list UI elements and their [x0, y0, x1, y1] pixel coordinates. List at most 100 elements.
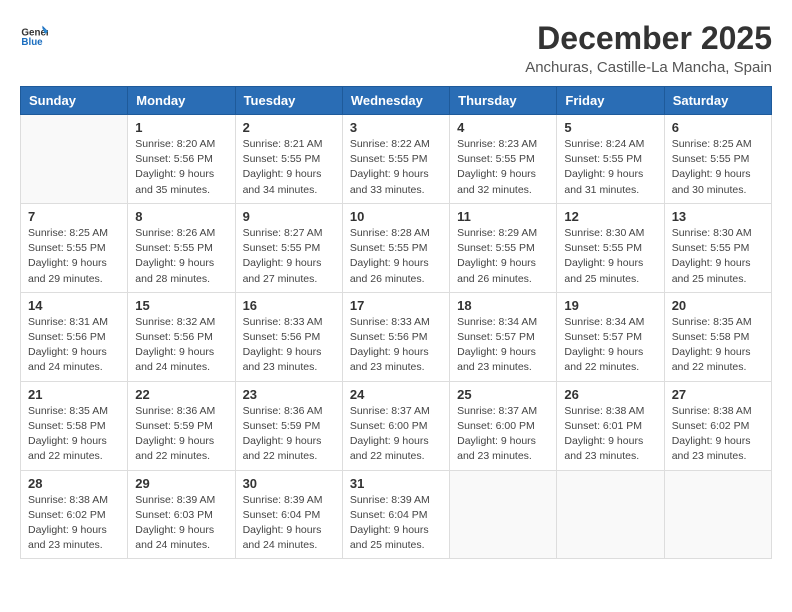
day-info: Sunrise: 8:36 AMSunset: 5:59 PMDaylight:…: [243, 404, 335, 465]
calendar-cell: 8Sunrise: 8:26 AMSunset: 5:55 PMDaylight…: [128, 203, 235, 292]
day-info: Sunrise: 8:25 AMSunset: 5:55 PMDaylight:…: [672, 137, 764, 198]
svg-text:Blue: Blue: [21, 37, 43, 48]
day-number: 10: [350, 209, 442, 224]
calendar-cell: 27 Sunrise: 8:38 AMSunset: 6:02 PMDayligh…: [664, 381, 771, 470]
weekday-header-thursday: Thursday: [450, 87, 557, 115]
calendar-cell: 3 Sunrise: 8:22 AMSunset: 5:55 PMDaylight…: [342, 115, 449, 204]
title-area: December 2025 Anchuras, Castille-La Manc…: [525, 20, 772, 76]
day-info: Sunrise: 8:25 AMSunset: 5:55 PMDaylight:…: [28, 226, 120, 287]
day-number: 16: [243, 298, 335, 313]
calendar-cell: 17 Sunrise: 8:33 AMSunset: 5:56 PMDayligh…: [342, 292, 449, 381]
day-info: Sunrise: 8:36 AMSunset: 5:59 PMDaylight:…: [135, 404, 227, 465]
day-info: Sunrise: 8:38 AMSunset: 6:01 PMDaylight:…: [564, 404, 656, 465]
week-row-5: 28 Sunrise: 8:38 AMSunset: 6:02 PMDayligh…: [21, 470, 772, 559]
weekday-header-row: SundayMondayTuesdayWednesdayThursdayFrid…: [21, 87, 772, 115]
calendar-cell: 6Sunrise: 8:25 AMSunset: 5:55 PMDaylight…: [664, 115, 771, 204]
day-number: 21: [28, 387, 120, 402]
weekday-header-wednesday: Wednesday: [342, 87, 449, 115]
calendar-cell: [664, 470, 771, 559]
weekday-header-sunday: Sunday: [21, 87, 128, 115]
day-number: 12: [564, 209, 656, 224]
calendar-cell: 2 Sunrise: 8:21 AMSunset: 5:55 PMDaylight…: [235, 115, 342, 204]
day-number: 15: [135, 298, 227, 313]
day-number: 4: [457, 120, 549, 135]
day-number: 19: [564, 298, 656, 313]
day-number: 13: [672, 209, 764, 224]
day-number: 24: [350, 387, 442, 402]
calendar-table: SundayMondayTuesdayWednesdayThursdayFrid…: [20, 86, 772, 559]
day-info: Sunrise: 8:30 AMSunset: 5:55 PMDaylight:…: [564, 226, 656, 287]
day-info: Sunrise: 8:34 AMSunset: 5:57 PMDaylight:…: [564, 315, 656, 376]
day-info: Sunrise: 8:33 AMSunset: 5:56 PMDaylight:…: [243, 315, 335, 376]
calendar-cell: 24 Sunrise: 8:37 AMSunset: 6:00 PMDayligh…: [342, 381, 449, 470]
calendar-cell: 19 Sunrise: 8:34 AMSunset: 5:57 PMDayligh…: [557, 292, 664, 381]
calendar-cell: 12 Sunrise: 8:30 AMSunset: 5:55 PMDayligh…: [557, 203, 664, 292]
day-info: Sunrise: 8:39 AMSunset: 6:04 PMDaylight:…: [243, 493, 335, 554]
week-row-2: 7 Sunrise: 8:25 AMSunset: 5:55 PMDaylight…: [21, 203, 772, 292]
calendar-cell: 10 Sunrise: 8:28 AMSunset: 5:55 PMDayligh…: [342, 203, 449, 292]
day-info: Sunrise: 8:20 AMSunset: 5:56 PMDaylight:…: [135, 137, 227, 198]
calendar-cell: 23Sunrise: 8:36 AMSunset: 5:59 PMDayligh…: [235, 381, 342, 470]
day-info: Sunrise: 8:28 AMSunset: 5:55 PMDaylight:…: [350, 226, 442, 287]
day-number: 26: [564, 387, 656, 402]
day-info: Sunrise: 8:30 AMSunset: 5:55 PMDaylight:…: [672, 226, 764, 287]
day-info: Sunrise: 8:26 AMSunset: 5:55 PMDaylight:…: [135, 226, 227, 287]
calendar-cell: 4Sunrise: 8:23 AMSunset: 5:55 PMDaylight…: [450, 115, 557, 204]
calendar-cell: 22 Sunrise: 8:36 AMSunset: 5:59 PMDayligh…: [128, 381, 235, 470]
day-info: Sunrise: 8:38 AMSunset: 6:02 PMDaylight:…: [672, 404, 764, 465]
logo: General Blue: [20, 20, 48, 48]
day-number: 11: [457, 209, 549, 224]
calendar-cell: 18Sunrise: 8:34 AMSunset: 5:57 PMDayligh…: [450, 292, 557, 381]
calendar-cell: [450, 470, 557, 559]
calendar-cell: 28 Sunrise: 8:38 AMSunset: 6:02 PMDayligh…: [21, 470, 128, 559]
day-number: 20: [672, 298, 764, 313]
day-number: 7: [28, 209, 120, 224]
page-subtitle: Anchuras, Castille-La Mancha, Spain: [525, 59, 772, 76]
week-row-3: 14 Sunrise: 8:31 AMSunset: 5:56 PMDayligh…: [21, 292, 772, 381]
day-number: 22: [135, 387, 227, 402]
calendar-cell: 5 Sunrise: 8:24 AMSunset: 5:55 PMDaylight…: [557, 115, 664, 204]
weekday-header-saturday: Saturday: [664, 87, 771, 115]
day-number: 5: [564, 120, 656, 135]
day-number: 2: [243, 120, 335, 135]
calendar-cell: 31 Sunrise: 8:39 AMSunset: 6:04 PMDayligh…: [342, 470, 449, 559]
day-info: Sunrise: 8:24 AMSunset: 5:55 PMDaylight:…: [564, 137, 656, 198]
day-number: 29: [135, 476, 227, 491]
day-info: Sunrise: 8:21 AMSunset: 5:55 PMDaylight:…: [243, 137, 335, 198]
day-info: Sunrise: 8:33 AMSunset: 5:56 PMDaylight:…: [350, 315, 442, 376]
day-info: Sunrise: 8:35 AMSunset: 5:58 PMDaylight:…: [28, 404, 120, 465]
calendar-cell: 11 Sunrise: 8:29 AMSunset: 5:55 PMDayligh…: [450, 203, 557, 292]
day-info: Sunrise: 8:29 AMSunset: 5:55 PMDaylight:…: [457, 226, 549, 287]
weekday-header-monday: Monday: [128, 87, 235, 115]
day-info: Sunrise: 8:32 AMSunset: 5:56 PMDaylight:…: [135, 315, 227, 376]
day-info: Sunrise: 8:37 AMSunset: 6:00 PMDaylight:…: [457, 404, 549, 465]
day-number: 31: [350, 476, 442, 491]
calendar-cell: 30 Sunrise: 8:39 AMSunset: 6:04 PMDayligh…: [235, 470, 342, 559]
calendar-cell: 1Sunrise: 8:20 AMSunset: 5:56 PMDaylight…: [128, 115, 235, 204]
day-number: 28: [28, 476, 120, 491]
day-info: Sunrise: 8:35 AMSunset: 5:58 PMDaylight:…: [672, 315, 764, 376]
day-info: Sunrise: 8:31 AMSunset: 5:56 PMDaylight:…: [28, 315, 120, 376]
calendar-cell: 20 Sunrise: 8:35 AMSunset: 5:58 PMDayligh…: [664, 292, 771, 381]
day-number: 18: [457, 298, 549, 313]
calendar-cell: 14 Sunrise: 8:31 AMSunset: 5:56 PMDayligh…: [21, 292, 128, 381]
day-number: 17: [350, 298, 442, 313]
calendar-cell: 13 Sunrise: 8:30 AMSunset: 5:55 PMDayligh…: [664, 203, 771, 292]
calendar-cell: 7 Sunrise: 8:25 AMSunset: 5:55 PMDaylight…: [21, 203, 128, 292]
calendar-cell: 9Sunrise: 8:27 AMSunset: 5:55 PMDaylight…: [235, 203, 342, 292]
day-number: 27: [672, 387, 764, 402]
weekday-header-tuesday: Tuesday: [235, 87, 342, 115]
day-info: Sunrise: 8:37 AMSunset: 6:00 PMDaylight:…: [350, 404, 442, 465]
calendar-cell: 16 Sunrise: 8:33 AMSunset: 5:56 PMDayligh…: [235, 292, 342, 381]
day-info: Sunrise: 8:22 AMSunset: 5:55 PMDaylight:…: [350, 137, 442, 198]
day-info: Sunrise: 8:38 AMSunset: 6:02 PMDaylight:…: [28, 493, 120, 554]
day-number: 3: [350, 120, 442, 135]
calendar-cell: 15 Sunrise: 8:32 AMSunset: 5:56 PMDayligh…: [128, 292, 235, 381]
day-info: Sunrise: 8:39 AMSunset: 6:03 PMDaylight:…: [135, 493, 227, 554]
day-info: Sunrise: 8:39 AMSunset: 6:04 PMDaylight:…: [350, 493, 442, 554]
page-header: General Blue December 2025 Anchuras, Cas…: [20, 20, 772, 76]
day-number: 30: [243, 476, 335, 491]
day-number: 14: [28, 298, 120, 313]
calendar-cell: [21, 115, 128, 204]
week-row-1: 1Sunrise: 8:20 AMSunset: 5:56 PMDaylight…: [21, 115, 772, 204]
